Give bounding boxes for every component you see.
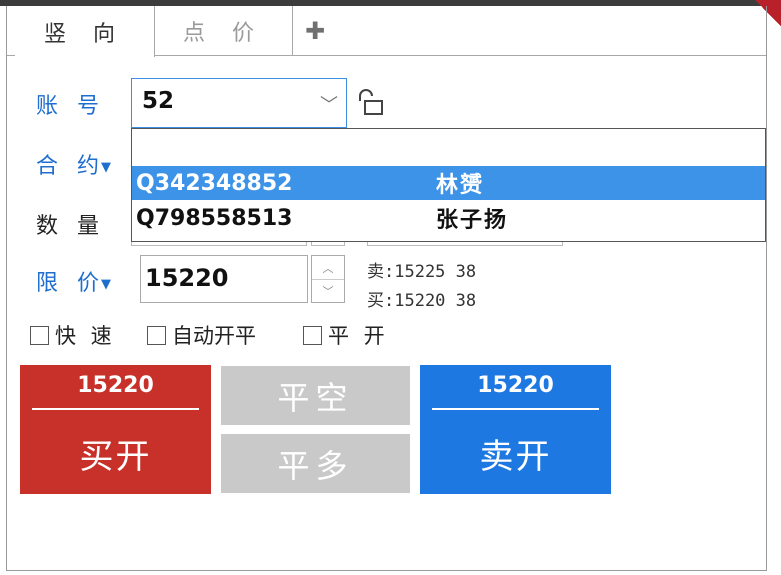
- account-label: 账 号: [36, 94, 105, 119]
- flat-open-checkbox[interactable]: 平 开: [303, 320, 389, 350]
- auto-open-close-checkbox[interactable]: 自动开平: [147, 320, 256, 350]
- sell-open-label: 卖开: [479, 437, 552, 477]
- divider: [432, 408, 599, 410]
- account-dropdown-list: Q342348852 林赟 Q798558513 张子扬: [131, 128, 766, 242]
- sell-price: 15220: [477, 373, 554, 398]
- chevron-down-icon[interactable]: ﹀: [312, 279, 344, 302]
- buy-price: 15220: [77, 373, 154, 398]
- price-type-label[interactable]: 限 价▼: [36, 265, 111, 297]
- checkbox-box[interactable]: [147, 325, 166, 345]
- tab-bar: 竖 向 点 价 ✚: [7, 6, 766, 57]
- list-item[interactable]: Q798558513 张子扬: [132, 201, 765, 235]
- price-stepper[interactable]: ︿ ﹀: [311, 255, 345, 303]
- account-code: Q342348852: [136, 170, 293, 196]
- list-item[interactable]: Q342348852 林赟: [132, 166, 765, 200]
- fast-checkbox[interactable]: 快 速: [30, 320, 116, 350]
- divider: [32, 408, 199, 410]
- account-combobox[interactable]: 52 ﹀: [131, 78, 347, 128]
- tab-price-click[interactable]: 点 价: [155, 6, 293, 56]
- sell-open-button[interactable]: 15220 卖开: [420, 365, 611, 494]
- buy-quote: 买:15220 38: [367, 291, 477, 311]
- buy-open-label: 买开: [79, 437, 152, 477]
- plus-icon[interactable]: ✚: [299, 6, 339, 56]
- auto-open-close-label: 自动开平: [172, 324, 256, 348]
- quantity-label: 数 量: [36, 214, 105, 239]
- limit-price-input[interactable]: 15220: [140, 255, 308, 303]
- sell-quote: 卖:15225 38: [367, 262, 477, 282]
- account-name: 林赟: [436, 173, 485, 198]
- flat-open-label: 平 开: [328, 324, 389, 348]
- buy-open-button[interactable]: 15220 买开: [20, 365, 211, 494]
- account-name: 张子扬: [436, 208, 509, 233]
- fast-label: 快 速: [55, 324, 116, 348]
- account-code: Q798558513: [136, 205, 293, 231]
- account-value: 52: [142, 88, 175, 114]
- caret-down-icon: ▼: [101, 159, 111, 175]
- unlock-icon[interactable]: [357, 88, 385, 118]
- tab-vertical[interactable]: 竖 向: [15, 6, 155, 57]
- limit-price-value: 15220: [145, 264, 229, 292]
- close-long-button[interactable]: 平多: [221, 434, 410, 493]
- chevron-down-icon[interactable]: ﹀: [320, 91, 338, 117]
- close-short-button[interactable]: 平空: [221, 366, 410, 425]
- checkbox-box[interactable]: [30, 325, 49, 345]
- checkbox-box[interactable]: [303, 325, 322, 345]
- chevron-up-icon[interactable]: ︿: [312, 256, 344, 280]
- caret-down-icon: ▼: [101, 276, 111, 292]
- contract-label[interactable]: 合 约▼: [36, 148, 111, 180]
